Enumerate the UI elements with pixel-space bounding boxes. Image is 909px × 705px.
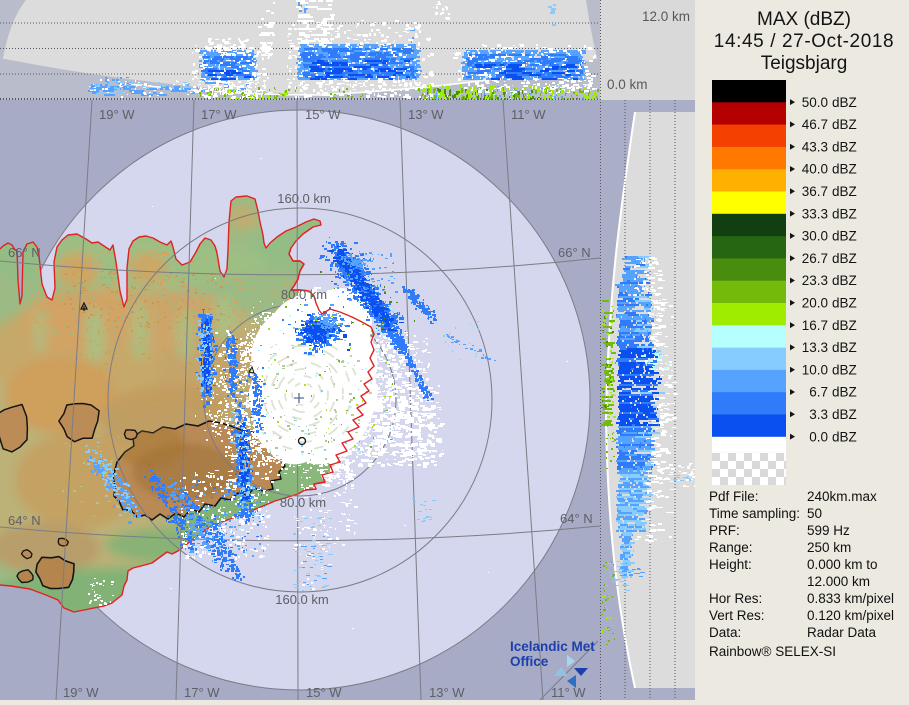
svg-text:0.0: 0.0 [809,429,828,444]
svg-text:dBZ: dBZ [832,229,857,244]
svg-text:dBZ: dBZ [832,362,857,377]
svg-text:46.7: 46.7 [802,117,828,132]
svg-text:160.0 km: 160.0 km [275,592,328,607]
svg-text:dBZ: dBZ [832,385,857,400]
svg-text:dBZ: dBZ [832,139,857,154]
svg-text:33.3: 33.3 [802,206,828,221]
svg-text:11° W: 11° W [551,685,586,700]
svg-text:66° N: 66° N [8,245,41,260]
svg-text:11° W: 11° W [511,107,546,122]
svg-text:dBZ: dBZ [832,318,857,333]
svg-text:0.000 km to: 0.000 km to [807,557,878,572]
svg-text:Icelandic Met: Icelandic Met [510,639,595,654]
svg-text:dBZ: dBZ [832,184,857,199]
svg-text:Height:: Height: [709,557,752,572]
svg-text:16.7: 16.7 [802,318,828,333]
svg-text:0.120 km/pixel: 0.120 km/pixel [807,608,894,623]
svg-text:80.0 km: 80.0 km [280,495,326,510]
svg-text:Range:: Range: [709,540,753,555]
svg-text:Office: Office [510,654,549,669]
svg-text:43.3: 43.3 [802,139,828,154]
svg-text:19° W: 19° W [63,685,99,700]
svg-text:dBZ: dBZ [832,95,857,110]
svg-text:PRF:: PRF: [709,523,740,538]
svg-text:Time sampling:: Time sampling: [709,506,800,521]
svg-text:13° W: 13° W [408,107,444,122]
svg-text:dBZ: dBZ [832,407,857,422]
svg-text:dBZ: dBZ [832,206,857,221]
svg-text:64° N: 64° N [8,513,41,528]
svg-text:160.0 km: 160.0 km [277,191,330,206]
svg-text:dBZ: dBZ [832,117,857,132]
svg-text:599 Hz: 599 Hz [807,523,850,538]
svg-text:dBZ: dBZ [832,162,857,177]
svg-text:26.7: 26.7 [802,251,828,266]
svg-text:66° N: 66° N [558,245,591,260]
svg-text:64° N: 64° N [560,511,593,526]
svg-text:Teigsbjarg: Teigsbjarg [761,53,848,74]
svg-text:17° W: 17° W [184,685,220,700]
svg-text:12.0 km: 12.0 km [642,9,690,24]
svg-text:50.0: 50.0 [802,95,828,110]
svg-text:Pdf File:: Pdf File: [709,489,759,504]
svg-text:0.833 km/pixel: 0.833 km/pixel [807,591,894,606]
svg-text:Radar Data: Radar Data [807,625,877,640]
svg-text:dBZ: dBZ [832,251,857,266]
svg-text:6.7: 6.7 [809,385,828,400]
svg-text:50: 50 [807,506,822,521]
svg-text:14:45 / 27-Oct-2018: 14:45 / 27-Oct-2018 [714,31,894,52]
svg-text:Data:: Data: [709,625,741,640]
svg-text:0.0 km: 0.0 km [607,77,648,92]
svg-text:15° W: 15° W [306,685,342,700]
svg-text:30.0: 30.0 [802,229,828,244]
svg-text:13° W: 13° W [429,685,465,700]
svg-text:36.7: 36.7 [802,184,828,199]
svg-text:250 km: 250 km [807,540,851,555]
svg-text:Hor Res:: Hor Res: [709,591,762,606]
svg-text:20.0: 20.0 [802,296,828,311]
svg-text:15° W: 15° W [305,107,341,122]
svg-text:19° W: 19° W [99,107,135,122]
svg-text:Vert Res:: Vert Res: [709,608,765,623]
svg-text:80.0 km: 80.0 km [281,287,327,302]
svg-text:23.3: 23.3 [802,273,828,288]
svg-text:dBZ: dBZ [832,296,857,311]
svg-text:13.3: 13.3 [802,340,828,355]
svg-text:Rainbow® SELEX-SI: Rainbow® SELEX-SI [709,644,836,659]
svg-text:dBZ: dBZ [832,340,857,355]
svg-text:MAX (dBZ): MAX (dBZ) [757,9,851,30]
svg-text:10.0: 10.0 [802,362,828,377]
svg-text:17° W: 17° W [201,107,237,122]
svg-text:40.0: 40.0 [802,162,828,177]
svg-text:dBZ: dBZ [832,273,857,288]
svg-text:12.000 km: 12.000 km [807,574,870,589]
svg-text:dBZ: dBZ [832,429,857,444]
svg-text:3.3: 3.3 [809,407,828,422]
svg-text:240km.max: 240km.max [807,489,877,504]
